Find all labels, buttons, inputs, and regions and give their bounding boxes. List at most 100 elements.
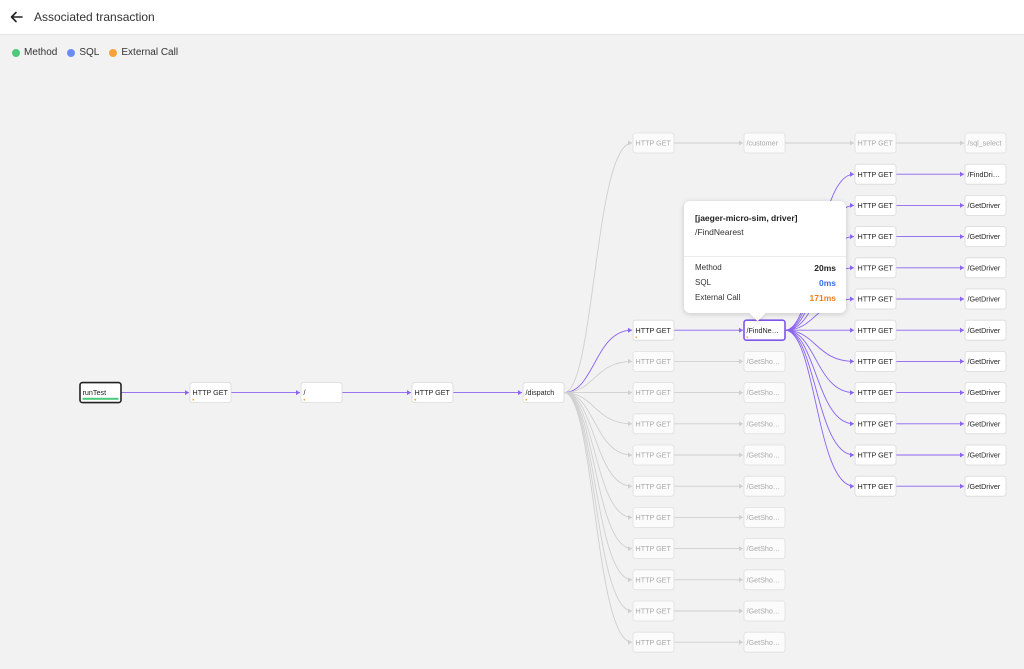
graph-node-c7r2[interactable]: HTTP GET xyxy=(854,194,897,216)
graph-node-findDri[interactable]: /FindDri… xyxy=(964,163,1007,185)
graph-node-c5r0[interactable]: HTTP GET xyxy=(632,132,675,154)
graph-node-get2[interactable]: HTTP GET xyxy=(411,382,454,404)
node-label: /GetSho… xyxy=(747,607,781,616)
graph-node-c7r10[interactable]: HTTP GET xyxy=(854,444,897,466)
graph-node-c5r12[interactable]: HTTP GET xyxy=(632,506,675,528)
graph-node-c7r5[interactable]: HTTP GET xyxy=(854,288,897,310)
graph-node-c6r11[interactable]: /GetSho… xyxy=(743,475,786,497)
graph-node-c5r6[interactable]: HTTP GET xyxy=(632,319,675,341)
node-box[interactable] xyxy=(300,382,343,404)
graph-node-c8r5[interactable]: /GetDriver xyxy=(964,288,1007,310)
edge-arrow-icon xyxy=(960,421,964,427)
graph-node-c8r9[interactable]: /GetDriver xyxy=(964,413,1007,435)
edge-arrow-icon xyxy=(850,265,854,271)
graph-node-c5r13[interactable]: HTTP GET xyxy=(632,538,675,559)
graph-node-c8r11[interactable]: /GetDriver xyxy=(964,475,1007,497)
edge-arrow-icon xyxy=(628,140,632,146)
graph-node-c7r4[interactable]: HTTP GET xyxy=(854,257,897,279)
graph-node-c7r1[interactable]: HTTP GET xyxy=(854,163,897,185)
graph-node-c8r3[interactable]: /GetDriver xyxy=(964,226,1007,248)
edge-dispatch-c5r11 xyxy=(563,392,633,487)
graph-node-c5r15[interactable]: HTTP GET xyxy=(632,600,675,622)
graph-node-customer[interactable]: /customer xyxy=(743,132,786,154)
node-label: HTTP GET xyxy=(858,263,894,272)
edge-arrow-icon xyxy=(739,390,743,396)
node-tooltip: [jaeger-micro-sim, driver] /FindNearest … xyxy=(684,201,846,313)
edge-arrow-icon xyxy=(739,327,743,333)
graph-node-c5r16[interactable]: HTTP GET xyxy=(632,631,675,653)
graph-node-findNearest[interactable]: /FindNe… xyxy=(743,319,786,342)
graph-node-c8r7[interactable]: /GetDriver xyxy=(964,350,1007,372)
node-label: /GetDriver xyxy=(968,451,1001,460)
graph-node-c6r10[interactable]: /GetSho… xyxy=(743,444,786,466)
edge-arrow-icon xyxy=(960,358,964,364)
edge-arrow-icon xyxy=(628,639,632,645)
node-label: /GetSho… xyxy=(747,575,781,584)
node-label: /dispatch xyxy=(526,388,555,397)
graph-node-c6r9[interactable]: /GetSho… xyxy=(743,413,786,435)
graph-node-c7r6[interactable]: HTTP GET xyxy=(854,319,897,341)
graph-node-dispatch[interactable]: /dispatch xyxy=(522,382,565,404)
node-label: /GetSho… xyxy=(747,544,781,553)
graph-node-c5r8[interactable]: HTTP GET xyxy=(632,382,675,404)
graph-node-c7r7[interactable]: HTTP GET xyxy=(854,350,897,372)
node-label: /GetSho… xyxy=(747,482,781,491)
graph-node-runTest[interactable]: runTest xyxy=(79,381,122,404)
node-type-marker-icon xyxy=(525,398,528,401)
edge-arrow-icon xyxy=(739,546,743,552)
graph-node-c5r9[interactable]: HTTP GET xyxy=(632,413,675,435)
transaction-graph[interactable]: runTest HTTP GET / HTTP GET/dispatch HTTP GE… xyxy=(0,35,1024,669)
node-label: /GetSho… xyxy=(747,419,781,428)
graph-node-c6r13[interactable]: /GetSho… xyxy=(743,538,786,559)
graph-node-c8r10[interactable]: /GetDriver xyxy=(964,444,1007,466)
graph-node-c5r10[interactable]: HTTP GET xyxy=(632,444,675,466)
node-label: /GetDriver xyxy=(968,232,1001,241)
node-label: /GetSho… xyxy=(747,513,781,522)
graph-node-c7r0[interactable]: HTTP GET xyxy=(854,132,897,154)
graph-node-c8r6[interactable]: /GetDriver xyxy=(964,319,1007,341)
node-label: HTTP GET xyxy=(636,419,672,428)
edge-arrow-icon xyxy=(960,202,964,208)
node-label: HTTP GET xyxy=(858,170,894,179)
graph-node-c8r8[interactable]: /GetDriver xyxy=(964,382,1007,404)
graph-node-c8r2[interactable]: /GetDriver xyxy=(964,194,1007,216)
graph-node-c7r8[interactable]: HTTP GET xyxy=(854,382,897,404)
node-label: /GetSho… xyxy=(747,638,781,647)
node-label: HTTP GET xyxy=(636,607,672,616)
node-label: /GetDriver xyxy=(968,263,1001,272)
graph-node-c6r7[interactable]: /GetSho… xyxy=(743,350,786,372)
graph-node-slash[interactable]: / xyxy=(300,382,343,404)
graph-node-c5r14[interactable]: HTTP GET xyxy=(632,569,675,591)
graph-node-c6r15[interactable]: /GetSho… xyxy=(743,600,786,622)
graph-node-c7r9[interactable]: HTTP GET xyxy=(854,413,897,435)
edge-arrow-icon xyxy=(850,296,854,302)
graph-node-c6r8[interactable]: /GetSho… xyxy=(743,382,786,404)
tooltip-operation: /FindNearest xyxy=(695,227,744,237)
node-label: HTTP GET xyxy=(858,295,894,304)
graph-node-c7r3[interactable]: HTTP GET xyxy=(854,226,897,248)
graph-node-c8r4[interactable]: /GetDriver xyxy=(964,257,1007,279)
graph-node-c7r11[interactable]: HTTP GET xyxy=(854,475,897,497)
node-label: HTTP GET xyxy=(636,139,672,148)
node-label: /sql_select xyxy=(968,139,1002,148)
graph-node-c6r14[interactable]: /GetSho… xyxy=(743,569,786,591)
edge-arrow-icon xyxy=(739,639,743,645)
edge-arrow-icon xyxy=(960,140,964,146)
edge-dispatch-c5r13 xyxy=(563,392,633,550)
node-label: HTTP GET xyxy=(636,575,672,584)
graph-node-c5r11[interactable]: HTTP GET xyxy=(632,475,675,497)
edge-arrow-icon xyxy=(960,265,964,271)
edge-arrow-icon xyxy=(960,296,964,302)
graph-node-get1[interactable]: HTTP GET xyxy=(189,382,232,404)
node-label: /GetDriver xyxy=(968,388,1001,397)
graph-node-c5r7[interactable]: HTTP GET xyxy=(632,350,675,372)
graph-node-sqlSelect[interactable]: /sql_select xyxy=(964,132,1007,154)
back-button[interactable] xyxy=(6,6,28,28)
edge-arrow-icon xyxy=(850,327,854,333)
edge-arrow-icon xyxy=(960,171,964,177)
edge-arrow-icon xyxy=(850,234,854,240)
tooltip-label-external-call: External Call xyxy=(695,293,741,302)
graph-node-c6r12[interactable]: /GetSho… xyxy=(743,506,786,528)
node-type-marker-icon xyxy=(192,398,195,401)
graph-node-c6r16[interactable]: /GetSho… xyxy=(743,631,786,653)
